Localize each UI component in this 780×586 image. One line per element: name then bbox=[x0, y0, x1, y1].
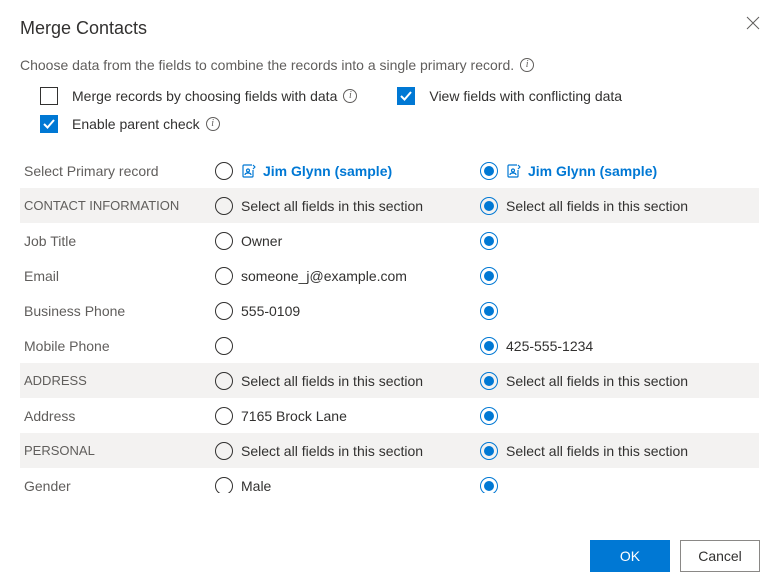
primary-left-radio[interactable] bbox=[215, 162, 233, 180]
info-icon[interactable] bbox=[520, 58, 534, 72]
merge-by-fields-label: Merge records by choosing fields with da… bbox=[72, 88, 337, 104]
dialog-title: Merge Contacts bbox=[20, 18, 760, 39]
section-right-select-all-radio[interactable] bbox=[480, 372, 498, 390]
field-left-value: Male bbox=[241, 478, 271, 494]
field-left-radio[interactable] bbox=[215, 477, 233, 494]
field-right-radio[interactable] bbox=[480, 407, 498, 425]
field-row-mobile-phone: Mobile Phone 425-555-1234 bbox=[20, 328, 759, 363]
field-left-radio[interactable] bbox=[215, 337, 233, 355]
dialog-subtitle: Choose data from the fields to combine t… bbox=[20, 57, 760, 73]
field-label: Address bbox=[20, 408, 215, 424]
section-label: ADDRESS bbox=[20, 373, 215, 388]
enable-parent-check-label: Enable parent check bbox=[72, 116, 200, 132]
view-conflicting-option[interactable]: View fields with conflicting data bbox=[397, 87, 622, 105]
field-right-radio[interactable] bbox=[480, 232, 498, 250]
options-row-2: Enable parent check bbox=[40, 115, 760, 133]
section-select-all-left: Select all fields in this section bbox=[241, 443, 423, 459]
section-right-select-all-radio[interactable] bbox=[480, 442, 498, 460]
primary-record-row: Select Primary record Jim Glynn (sample)… bbox=[20, 153, 759, 188]
merge-by-fields-checkbox[interactable] bbox=[40, 87, 58, 105]
section-select-all-left: Select all fields in this section bbox=[241, 198, 423, 214]
primary-right-name[interactable]: Jim Glynn (sample) bbox=[506, 163, 657, 179]
ok-button[interactable]: OK bbox=[590, 540, 670, 572]
section-label: PERSONAL bbox=[20, 443, 215, 458]
field-left-value: Owner bbox=[241, 233, 282, 249]
enable-parent-check-checkbox[interactable] bbox=[40, 115, 58, 133]
field-row-job-title: Job Title Owner bbox=[20, 223, 759, 258]
field-left-value: 555-0109 bbox=[241, 303, 300, 319]
field-label: Gender bbox=[20, 478, 215, 494]
section-select-all-left: Select all fields in this section bbox=[241, 373, 423, 389]
field-right-radio[interactable] bbox=[480, 267, 498, 285]
field-left-radio[interactable] bbox=[215, 267, 233, 285]
options-row-1: Merge records by choosing fields with da… bbox=[40, 87, 760, 105]
primary-left-name-text: Jim Glynn (sample) bbox=[263, 163, 392, 179]
fields-scroll-area[interactable]: Select Primary record Jim Glynn (sample)… bbox=[20, 153, 760, 493]
section-left-select-all-radio[interactable] bbox=[215, 372, 233, 390]
contact-icon bbox=[241, 163, 257, 179]
info-icon[interactable] bbox=[206, 117, 220, 131]
field-right-value: 425-555-1234 bbox=[506, 338, 593, 354]
primary-left-name[interactable]: Jim Glynn (sample) bbox=[241, 163, 392, 179]
field-right-radio[interactable] bbox=[480, 302, 498, 320]
section-left-select-all-radio[interactable] bbox=[215, 197, 233, 215]
primary-record-label: Select Primary record bbox=[20, 163, 215, 179]
primary-right-name-text: Jim Glynn (sample) bbox=[528, 163, 657, 179]
contact-icon bbox=[506, 163, 522, 179]
field-row-address: Address 7165 Brock Lane bbox=[20, 398, 759, 433]
field-left-value: 7165 Brock Lane bbox=[241, 408, 347, 424]
enable-parent-check-option[interactable]: Enable parent check bbox=[40, 115, 220, 133]
cancel-button[interactable]: Cancel bbox=[680, 540, 760, 572]
field-left-radio[interactable] bbox=[215, 302, 233, 320]
field-right-radio[interactable] bbox=[480, 337, 498, 355]
merge-contacts-dialog: Merge Contacts Choose data from the fiel… bbox=[0, 0, 780, 586]
field-row-email: Email someone_j@example.com bbox=[20, 258, 759, 293]
primary-right-radio[interactable] bbox=[480, 162, 498, 180]
dialog-footer: OK Cancel bbox=[590, 540, 760, 572]
field-row-business-phone: Business Phone 555-0109 bbox=[20, 293, 759, 328]
field-row-gender: Gender Male bbox=[20, 468, 759, 493]
field-label: Email bbox=[20, 268, 215, 284]
merge-by-fields-option[interactable]: Merge records by choosing fields with da… bbox=[40, 87, 357, 105]
section-select-all-right: Select all fields in this section bbox=[506, 198, 688, 214]
field-left-radio[interactable] bbox=[215, 232, 233, 250]
field-left-radio[interactable] bbox=[215, 407, 233, 425]
field-label: Job Title bbox=[20, 233, 215, 249]
section-header-address: ADDRESS Select all fields in this sectio… bbox=[20, 363, 759, 398]
section-right-select-all-radio[interactable] bbox=[480, 197, 498, 215]
view-conflicting-label: View fields with conflicting data bbox=[429, 88, 622, 104]
field-label: Business Phone bbox=[20, 303, 215, 319]
info-icon[interactable] bbox=[343, 89, 357, 103]
section-select-all-right: Select all fields in this section bbox=[506, 373, 688, 389]
section-label: CONTACT INFORMATION bbox=[20, 198, 215, 213]
field-label: Mobile Phone bbox=[20, 338, 215, 354]
field-right-radio[interactable] bbox=[480, 477, 498, 494]
view-conflicting-checkbox[interactable] bbox=[397, 87, 415, 105]
close-icon[interactable] bbox=[746, 16, 760, 30]
section-header-personal: PERSONAL Select all fields in this secti… bbox=[20, 433, 759, 468]
primary-right-cell: Jim Glynn (sample) bbox=[480, 162, 759, 180]
section-select-all-right: Select all fields in this section bbox=[506, 443, 688, 459]
primary-left-cell: Jim Glynn (sample) bbox=[215, 162, 480, 180]
subtitle-text: Choose data from the fields to combine t… bbox=[20, 57, 514, 73]
field-left-value: someone_j@example.com bbox=[241, 268, 407, 284]
section-left-select-all-radio[interactable] bbox=[215, 442, 233, 460]
section-header-contact: CONTACT INFORMATION Select all fields in… bbox=[20, 188, 759, 223]
